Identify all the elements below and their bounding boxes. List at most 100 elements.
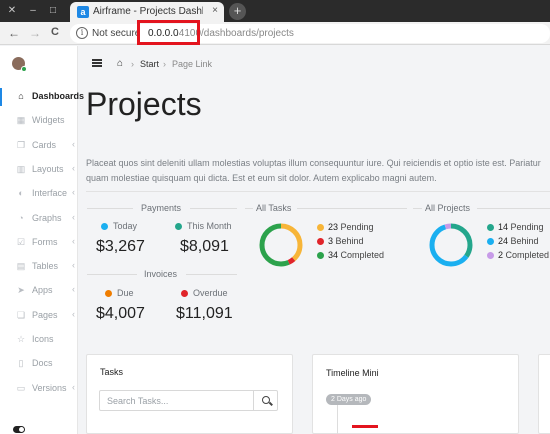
divider <box>87 274 137 275</box>
all-projects-heading: All Projects <box>425 203 471 213</box>
toggle-icon: ◐ <box>18 188 24 198</box>
menu-icon[interactable] <box>92 59 102 67</box>
all-projects-legend-item: 2 Completed <box>498 250 549 260</box>
pie-icon: ◔ <box>18 213 24 223</box>
overdue-value: $11,091 <box>176 305 233 322</box>
chevron-left-icon: ‹ <box>72 309 75 319</box>
sidebar-item-label: Layouts <box>32 164 64 174</box>
maximize-window-icon[interactable]: □ <box>47 5 59 17</box>
sidebar-item-cards[interactable]: ❐ Cards ‹ <box>0 137 78 155</box>
this-month-dot <box>175 223 182 230</box>
sidebar-item-versions[interactable]: ▭ Versions ‹ <box>0 380 78 398</box>
online-status-dot <box>21 66 27 72</box>
folder-icon: ▭ <box>16 383 26 393</box>
legend-count: 24 <box>498 236 509 246</box>
browser-tab[interactable]: a Airframe - Projects Dashb × <box>70 2 224 22</box>
theme-toggle-icon[interactable] <box>13 426 25 433</box>
browser-tab-bar: ✕ – □ a Airframe - Projects Dashb × + <box>0 0 550 22</box>
new-tab-button[interactable]: + <box>229 3 246 20</box>
legend-count: 23 <box>328 222 339 232</box>
timeline-date-badge: 2 Days ago <box>326 394 372 405</box>
search-tasks-field[interactable] <box>99 390 254 411</box>
overdue-dot <box>181 290 188 297</box>
due-dot <box>105 290 112 297</box>
chevron-left-icon: ‹ <box>72 284 75 294</box>
table-icon: ▤ <box>16 261 26 271</box>
sidebar-item-label: Interface <box>32 188 68 198</box>
file-icon: ▯ <box>18 358 24 368</box>
sidebar-item-docs[interactable]: ▯ Docs <box>0 355 78 373</box>
sidebar-item-apps[interactable]: ➤ Apps ‹ <box>0 282 78 300</box>
grid-icon: ▦ <box>16 115 26 125</box>
all-tasks-legend-dot <box>317 238 324 245</box>
sidebar-item-layouts[interactable]: ▥ Layouts ‹ <box>0 161 78 179</box>
invoices-heading: Invoices <box>144 269 178 279</box>
sidebar-item-label: Icons <box>32 334 54 344</box>
this-month-label: This Month <box>187 221 232 231</box>
all-projects-legend-dot <box>487 252 494 259</box>
chevron-left-icon: ‹ <box>72 163 75 173</box>
favicon-icon: a <box>77 6 89 18</box>
all-tasks-legend-item: 3 Behind <box>328 236 364 246</box>
back-icon[interactable]: ← <box>8 26 20 40</box>
sidebar-item-interface[interactable]: ◐ Interface ‹ <box>0 185 78 203</box>
all-projects-legend-dot <box>487 224 494 231</box>
reload-icon[interactable]: C <box>51 26 59 38</box>
breadcrumb-separator: › <box>131 59 134 69</box>
tab-title: Airframe - Projects Dashb <box>93 6 203 17</box>
tab-close-icon[interactable]: × <box>212 5 218 16</box>
divider <box>477 208 550 209</box>
chevron-left-icon: ‹ <box>72 260 75 270</box>
sidebar-item-label: Versions <box>32 383 67 393</box>
security-label: Not secure <box>92 28 141 39</box>
today-label: Today <box>113 221 138 231</box>
sidebar-item-label: Forms <box>32 237 58 247</box>
sidebar-item-forms[interactable]: ☑ Forms ‹ <box>0 234 78 252</box>
sidebar-item-tables[interactable]: ▤ Tables ‹ <box>0 258 78 276</box>
timeline-card-title: Timeline Mini <box>326 368 379 378</box>
divider <box>413 208 422 209</box>
home-icon[interactable]: ⌂ <box>117 58 123 69</box>
divider <box>86 191 550 192</box>
sidebar-item-label: Graphs <box>32 213 62 223</box>
sidebar-item-graphs[interactable]: ◔ Graphs ‹ <box>0 210 78 228</box>
all-tasks-legend-item: 34 Completed <box>328 250 384 260</box>
forward-icon[interactable]: → <box>29 26 41 40</box>
sidebar: ⌂ Dashboards ▦ Widgets ❐ Cards ‹ ▥ Layouts ‹ ◐ Inte… <box>0 46 84 434</box>
next-card <box>538 354 550 434</box>
all-projects-legend-item: 14 Pending <box>498 222 544 232</box>
all-projects-legend-dot <box>487 238 494 245</box>
legend-label: Completed <box>505 250 550 260</box>
breadcrumb-page-link[interactable]: Page Link <box>172 59 212 69</box>
sidebar-item-label: Cards <box>32 140 57 150</box>
chevron-left-icon: ‹ <box>72 212 75 222</box>
close-window-icon[interactable]: ✕ <box>6 5 18 17</box>
chevron-left-icon: ‹ <box>72 139 75 149</box>
sidebar-item-label: Pages <box>32 310 58 320</box>
sidebar-item-widgets[interactable]: ▦ Widgets <box>0 112 78 130</box>
sidebar-item-pages[interactable]: ❏ Pages ‹ <box>0 307 78 325</box>
minimize-window-icon[interactable]: – <box>27 5 39 17</box>
all-tasks-legend-item: 23 Pending <box>328 222 374 232</box>
all-projects-donut <box>429 223 473 267</box>
sidebar-item-dashboards[interactable]: ⌂ Dashboards <box>0 88 84 106</box>
sidebar-item-label: Apps <box>32 285 53 295</box>
legend-label: Behind <box>510 236 539 246</box>
breadcrumb-start[interactable]: Start <box>140 59 159 69</box>
divider <box>245 208 253 209</box>
divider <box>297 208 407 209</box>
legend-label: Pending <box>510 222 544 232</box>
sidebar-item-icons[interactable]: ☆ Icons <box>0 331 78 349</box>
legend-label: Pending <box>340 222 374 232</box>
divider <box>190 208 237 209</box>
info-icon[interactable]: i <box>76 27 88 39</box>
all-projects-legend-item: 24 Behind <box>498 236 539 246</box>
due-label: Due <box>117 288 134 298</box>
legend-count: 14 <box>498 222 509 232</box>
sidebar-item-label: Dashboards <box>32 91 85 101</box>
search-button[interactable] <box>253 390 278 411</box>
page-title: Projects <box>86 86 202 122</box>
home-icon: ⌂ <box>18 91 24 101</box>
columns-icon: ▥ <box>16 164 26 174</box>
search-input[interactable] <box>100 391 250 411</box>
